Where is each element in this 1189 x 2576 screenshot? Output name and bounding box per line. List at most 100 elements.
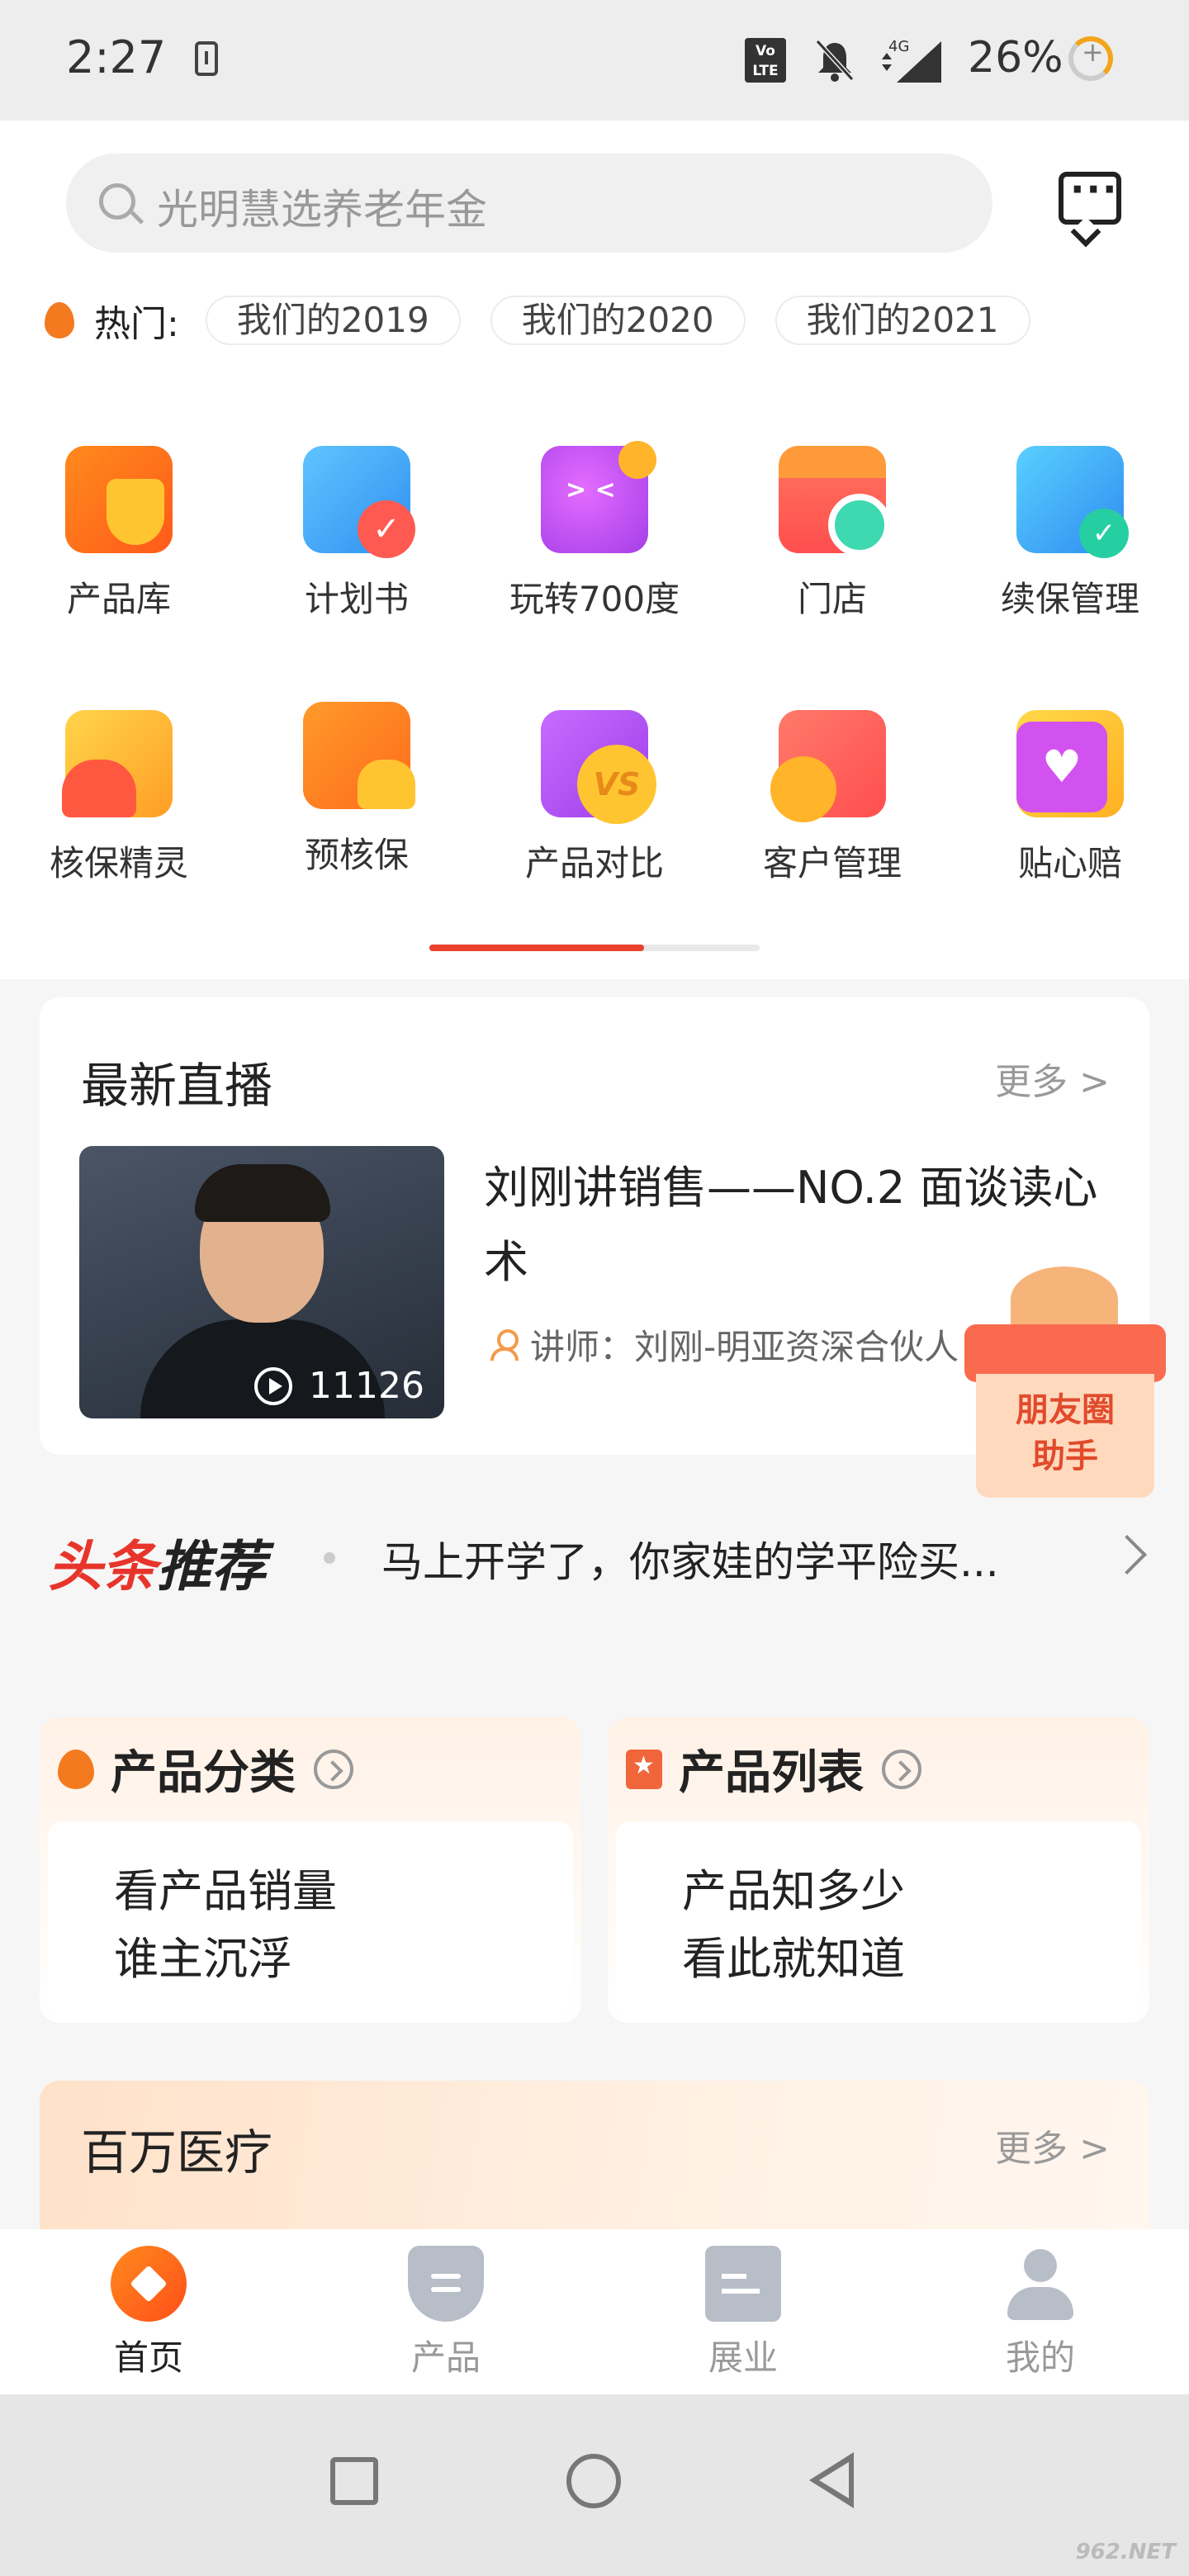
shortcut-pre-underwriting[interactable]: 预核保 [238, 702, 476, 878]
view-count-value: 11126 [309, 1365, 424, 1407]
chevron-right-icon [1106, 1534, 1148, 1575]
gift-bow-icon [1011, 1267, 1118, 1333]
hot-tag-2020[interactable]: 我们的2020 [490, 296, 746, 345]
shortcut-claims[interactable]: 贴心赔 [951, 710, 1189, 886]
tab-label: 产品 [410, 2337, 481, 2378]
headline-logo: 头条推荐 [48, 1522, 266, 1602]
claims-icon [1016, 710, 1124, 817]
shortcut-play-700[interactable]: 玩转700度 [476, 441, 713, 622]
tab-label: 展业 [708, 2337, 778, 2378]
category-line1: 产品知多少 [682, 1865, 905, 1917]
medical-more-link[interactable]: 更多 > [995, 2119, 1110, 2171]
shortcut-proposal[interactable]: 计划书 [238, 446, 476, 622]
live-teacher: 讲师：刘刚-明亚资深合伙人 [490, 1319, 1002, 1370]
category-header: 产品分类 [58, 1735, 353, 1802]
shortcut-label: 贴心赔 [1017, 843, 1122, 883]
system-nav-bar: 962.NET [0, 2394, 1189, 2576]
shortcut-label: 预核保 [304, 835, 409, 875]
watermark: 962.NET [1075, 2540, 1176, 2564]
product-library-icon [65, 446, 173, 553]
headline-logo-dark: 推荐 [157, 1535, 266, 1598]
battery-saver-icon [1068, 36, 1113, 81]
search-icon [99, 183, 135, 220]
shortcut-renewal[interactable]: 续保管理 [951, 446, 1189, 622]
user-icon [1002, 2246, 1078, 2322]
tab-business[interactable]: 展业 [594, 2246, 892, 2380]
medical-title: 百万医疗 [81, 2124, 273, 2181]
live-more-link[interactable]: 更多 > [995, 1052, 1110, 1105]
play-icon [254, 1366, 293, 1405]
category-body: 看产品销量 谁主沉浮 [48, 1821, 573, 2015]
live-teacher-text: 讲师：刘刚-明亚资深合伙人 [530, 1327, 959, 1367]
hot-tag-2019[interactable]: 我们的2019 [205, 296, 461, 345]
page-indicator [429, 945, 760, 951]
shortcut-label: 客户管理 [762, 843, 902, 883]
shortcut-compare[interactable]: 产品对比 [476, 710, 713, 886]
play-700-icon [541, 441, 656, 553]
shortcut-label: 续保管理 [1000, 579, 1139, 619]
app-screen: 2:27 Vo LTE 4G 26% 光明慧选养老年金 热门: 我们的2019 … [0, 0, 1189, 2576]
status-bar: 2:27 Vo LTE 4G 26% [0, 0, 1189, 121]
compare-icon [541, 710, 656, 824]
hot-label: 热门: [94, 303, 179, 345]
message-icon[interactable] [1059, 167, 1121, 225]
tab-products[interactable]: 产品 [297, 2246, 594, 2380]
category-title: 产品分类 [111, 1746, 296, 1800]
headline-text: 马上开学了，你家娃的学平险买... [381, 1538, 999, 1586]
svg-text:4G: 4G [888, 38, 909, 55]
person-icon [490, 1328, 519, 1361]
circle-arrow-icon [882, 1749, 921, 1789]
download-icon [195, 41, 218, 76]
shortcut-label: 产品对比 [524, 843, 664, 883]
folder-icon [705, 2246, 781, 2322]
fire-icon [45, 302, 74, 339]
shortcut-label: 门店 [797, 579, 867, 619]
shortcut-label: 核保精灵 [49, 843, 188, 883]
headline-logo-red: 头条 [48, 1535, 157, 1598]
gift-label-line2: 助手 [1032, 1437, 1098, 1475]
bottom-tab-bar: 首页 产品 展业 我的 [0, 2229, 1189, 2394]
back-icon[interactable] [809, 2452, 854, 2508]
shortcut-underwriting[interactable]: 核保精灵 [0, 710, 238, 886]
category-line2: 看此就知道 [682, 1933, 905, 1985]
product-category-card[interactable]: 产品分类 看产品销量 谁主沉浮 [40, 1717, 581, 2023]
gift-label-line1: 朋友圈 [1016, 1391, 1115, 1429]
shortcut-product-library[interactable]: 产品库 [0, 446, 238, 622]
shield-icon [408, 2246, 484, 2322]
search-bar[interactable]: 光明慧选养老年金 [66, 154, 992, 253]
shortcut-customer[interactable]: 客户管理 [713, 710, 951, 886]
tab-me[interactable]: 我的 [892, 2246, 1189, 2380]
store-icon [779, 446, 891, 556]
friend-circle-helper-button[interactable]: 朋友圈 助手 [959, 1267, 1171, 1506]
category-title: 产品列表 [679, 1746, 864, 1800]
home-button-icon[interactable] [566, 2454, 621, 2508]
shortcut-label: 计划书 [304, 579, 409, 619]
tab-label: 我的 [1005, 2337, 1075, 2378]
speaker-hair [195, 1164, 330, 1222]
recents-icon[interactable] [330, 2457, 378, 2505]
headline-row[interactable]: 头条推荐 马上开学了，你家娃的学平险买... [0, 1503, 1189, 1627]
star-badge-icon [626, 1749, 662, 1789]
live-title: 最新直播 [81, 1058, 273, 1114]
view-count: 11126 [254, 1365, 424, 1407]
category-line2: 谁主沉浮 [114, 1933, 292, 1985]
underwriting-icon [62, 710, 173, 817]
live-thumbnail[interactable]: 11126 [79, 1146, 444, 1418]
pre-underwriting-icon [303, 702, 415, 809]
category-header: 产品列表 [626, 1735, 921, 1802]
gift-box: 朋友圈 助手 [976, 1374, 1154, 1498]
shortcut-store[interactable]: 门店 [713, 446, 951, 622]
hot-row: 热门: 我们的2019 我们的2020 我们的2021 [45, 296, 1060, 345]
search-placeholder: 光明慧选养老年金 [157, 186, 487, 234]
product-list-card[interactable]: 产品列表 产品知多少 看此就知道 [608, 1717, 1149, 2023]
headline-dot [324, 1552, 335, 1564]
tab-label: 首页 [113, 2337, 183, 2378]
circle-arrow-icon [314, 1749, 353, 1789]
hot-tag-2021[interactable]: 我们的2021 [775, 296, 1030, 345]
tab-home[interactable]: 首页 [0, 2246, 297, 2380]
status-time: 2:27 [66, 31, 167, 83]
category-body: 产品知多少 看此就知道 [616, 1821, 1141, 2015]
proposal-icon [303, 446, 415, 558]
customer-icon [770, 710, 886, 822]
battery-level: 26% [968, 33, 1063, 83]
